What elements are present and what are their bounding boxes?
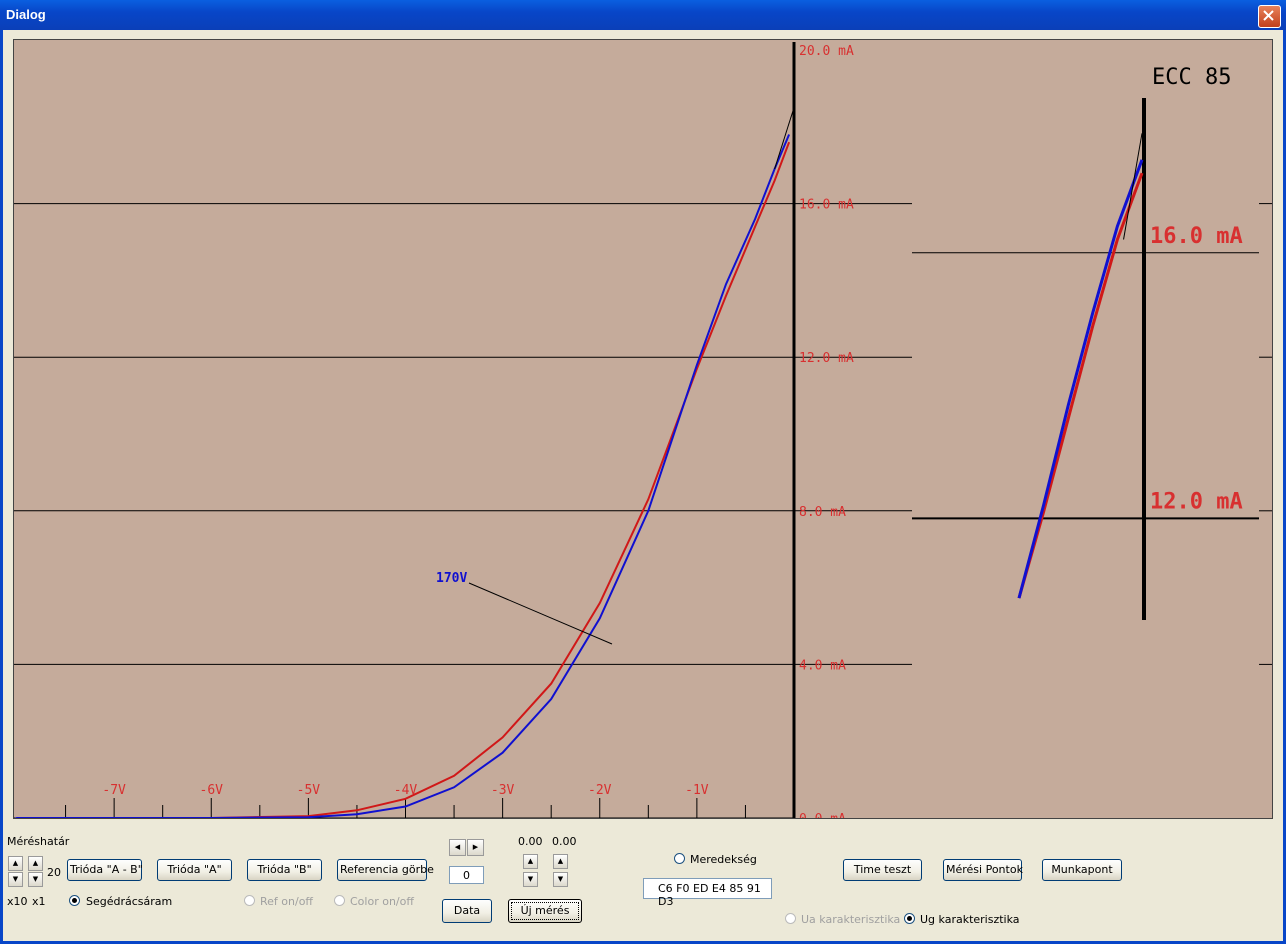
- data-button[interactable]: Data: [442, 899, 492, 923]
- color-onoff-radio[interactable]: [334, 895, 345, 906]
- ref-onoff-label: Ref on/off: [260, 895, 314, 908]
- range-value: 20: [47, 866, 61, 879]
- measurement-points-button[interactable]: Mérési Pontok: [943, 859, 1023, 881]
- value2-down[interactable]: ▼: [553, 872, 568, 887]
- x1-label: x1: [32, 895, 46, 908]
- next-arrow-button[interactable]: ▶: [467, 839, 484, 856]
- prev-arrow-button[interactable]: ◀: [449, 839, 466, 856]
- new-measurement-button[interactable]: Új mérés: [508, 899, 582, 923]
- zoom-chart-title: ECC 85: [1152, 65, 1231, 90]
- zoom-y-tick-label: 16.0 mA: [1150, 224, 1243, 249]
- meredekseg-label: Meredekség: [690, 853, 757, 866]
- series-line-red: [17, 141, 791, 818]
- value1-up[interactable]: ▲: [523, 854, 538, 869]
- trioda-ab-button[interactable]: Trióda "A - B": [67, 859, 143, 881]
- range-down-x10[interactable]: ▼: [8, 872, 23, 887]
- hex-field[interactable]: C6 F0 ED E4 85 91 D3: [643, 878, 772, 908]
- close-icon: [1263, 10, 1274, 21]
- value2-up[interactable]: ▲: [553, 854, 568, 869]
- y-tick-label: 4.0 mA: [799, 658, 846, 673]
- segedracs-radio[interactable]: [69, 895, 80, 906]
- x-tick-label: -5V: [297, 783, 321, 798]
- x-tick-label: -2V: [588, 783, 612, 798]
- index-field[interactable]: 0: [449, 866, 484, 884]
- x-tick-label: -3V: [491, 783, 515, 798]
- x-tick-label: -6V: [200, 783, 224, 798]
- annotation-leader: [468, 582, 613, 645]
- trioda-b-button[interactable]: Trióda "B": [247, 859, 322, 881]
- characteristic-plot: -7V -6V -5V -4V -3V -2V -1V 20.0 mA 16.0 mA 12.0 …: [13, 39, 1273, 819]
- meredekseg-radio[interactable]: [674, 853, 685, 864]
- zoom-extension-line: [1123, 133, 1143, 240]
- ua-radio[interactable]: [785, 913, 796, 924]
- x10-label: x10: [7, 895, 28, 908]
- color-onoff-label: Color on/off: [350, 895, 414, 908]
- ref-onoff-radio[interactable]: [244, 895, 255, 906]
- operating-point-button[interactable]: Munkapont: [1042, 859, 1122, 881]
- value-1: 0.00: [518, 835, 543, 848]
- window-title: Dialog: [6, 7, 46, 22]
- title-bar: Dialog: [0, 0, 1286, 30]
- value1-down[interactable]: ▼: [523, 872, 538, 887]
- extension-line: [774, 107, 795, 170]
- range-up-x1[interactable]: ▲: [28, 856, 43, 871]
- x-tick-label: -1V: [685, 783, 709, 798]
- ug-radio[interactable]: [904, 913, 915, 924]
- range-down-x1[interactable]: ▼: [28, 872, 43, 887]
- close-button[interactable]: [1258, 5, 1281, 28]
- y-tick-label: 16.0 mA: [799, 198, 854, 213]
- plot-canvas: -7V -6V -5V -4V -3V -2V -1V20.0 mA16.0 mA12.0 …: [14, 42, 1272, 819]
- x-tick-label: -7V: [102, 783, 126, 798]
- y-tick-label: 20.0 mA: [799, 44, 854, 59]
- trioda-a-button[interactable]: Trióda "A": [157, 859, 232, 881]
- y-tick-label: 12.0 mA: [799, 351, 854, 366]
- series-line-blue: [17, 134, 791, 818]
- y-tick-label: 0.0 mA: [799, 812, 846, 819]
- ug-label: Ug karakterisztika: [920, 913, 1020, 926]
- zoom-y-tick-label: 12.0 mA: [1150, 489, 1243, 514]
- window-frame-left: [0, 30, 3, 944]
- y-tick-label: 8.0 mA: [799, 505, 846, 520]
- value-2: 0.00: [552, 835, 577, 848]
- curve-annotation: 170V: [436, 571, 467, 586]
- reference-curve-button[interactable]: Referencia görbe: [337, 859, 434, 881]
- segedracs-label: Segédrácsáram: [86, 895, 173, 908]
- range-up-x10[interactable]: ▲: [8, 856, 23, 871]
- range-label: Méréshatár: [7, 835, 70, 848]
- ua-label: Ua karakterisztika: [801, 913, 901, 926]
- time-test-button[interactable]: Time teszt: [843, 859, 922, 881]
